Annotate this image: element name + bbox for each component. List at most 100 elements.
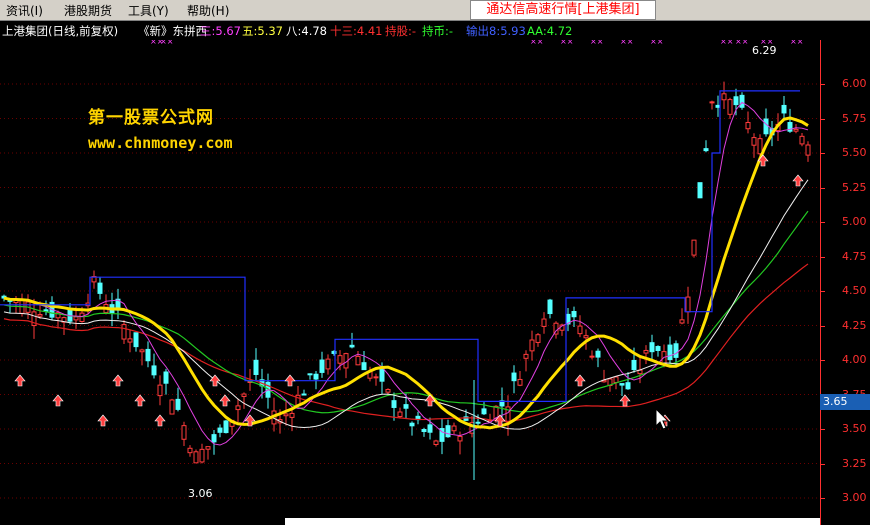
candle-body bbox=[481, 408, 487, 415]
candle-body bbox=[535, 334, 541, 343]
candle-body bbox=[529, 339, 535, 352]
price-axis-line bbox=[820, 40, 821, 525]
candle-body bbox=[37, 314, 43, 317]
ma-line-magenta bbox=[3, 101, 809, 446]
candle-body bbox=[223, 420, 229, 434]
candle-body bbox=[445, 425, 451, 438]
candle-body bbox=[655, 346, 661, 351]
candle-body bbox=[589, 355, 595, 358]
signal-marker: ×× bbox=[735, 40, 748, 46]
buy-arrow-icon bbox=[219, 394, 231, 407]
buy-arrow-icon bbox=[134, 394, 146, 407]
candle-body bbox=[547, 299, 553, 315]
buy-arrow-icon bbox=[97, 414, 109, 427]
ma5-value: 五:5.37 bbox=[242, 24, 283, 38]
price-tick: 3.25 bbox=[842, 456, 867, 470]
candle-body bbox=[697, 182, 703, 199]
menu-help[interactable]: 帮助(H) bbox=[187, 2, 229, 19]
price-tick: 3.50 bbox=[842, 422, 867, 435]
signal-marker: ×× bbox=[160, 40, 173, 46]
price-axis: 6.005.755.505.255.004.754.504.254.003.75… bbox=[820, 40, 870, 525]
candle-body bbox=[355, 355, 361, 366]
price-tick: 6.00 bbox=[842, 77, 867, 90]
candle-body bbox=[457, 435, 463, 442]
buy-arrow-icon bbox=[112, 374, 124, 387]
candle-body bbox=[139, 349, 145, 353]
candle-body bbox=[157, 384, 163, 397]
price-tick: 5.75 bbox=[842, 111, 867, 125]
candle-body bbox=[667, 344, 673, 361]
price-tick: 5.00 bbox=[842, 215, 867, 228]
candle-body bbox=[319, 359, 325, 373]
candle-body bbox=[373, 376, 379, 379]
candle-body bbox=[97, 282, 103, 294]
candle-body bbox=[691, 239, 697, 256]
candle-body bbox=[751, 137, 757, 146]
candle-body bbox=[79, 312, 85, 323]
candle-body bbox=[475, 421, 481, 424]
candle-body bbox=[133, 332, 139, 348]
candle-body bbox=[595, 350, 601, 358]
candle-body bbox=[409, 422, 415, 427]
candle-body bbox=[421, 428, 427, 433]
candle-body bbox=[679, 319, 685, 324]
watermark-title: 第一股票公式网 bbox=[88, 108, 214, 128]
hold-cash-value: 持币:- bbox=[422, 24, 454, 38]
ma13-value: 十三:4.41 bbox=[330, 24, 383, 38]
signal-marker: ×× bbox=[590, 40, 603, 46]
candle-body bbox=[631, 359, 637, 371]
ma3-value: 三:5.67 bbox=[200, 24, 241, 38]
candle-body bbox=[745, 122, 751, 130]
candle-body bbox=[703, 148, 709, 152]
candle-body bbox=[121, 324, 127, 340]
buy-arrow-icon bbox=[619, 394, 631, 407]
signal-marker: ×× bbox=[530, 40, 543, 46]
price-tick: 3.00 bbox=[842, 491, 867, 504]
price-tick: 4.25 bbox=[842, 318, 867, 332]
candle-body bbox=[235, 405, 241, 411]
candle-body bbox=[217, 427, 223, 433]
candle-body bbox=[193, 451, 199, 464]
candle-body bbox=[175, 398, 181, 410]
candle-body bbox=[583, 335, 589, 339]
candle-body bbox=[625, 382, 631, 390]
price-tick: 4.50 bbox=[842, 284, 867, 297]
watermark-url: www.chnmoney.com bbox=[88, 134, 233, 152]
candle-body bbox=[349, 344, 355, 348]
candle-body bbox=[721, 93, 727, 101]
signal-marker: ×× bbox=[790, 40, 803, 46]
current-price-tag: 3.65 bbox=[820, 394, 870, 410]
bottom-panel bbox=[285, 518, 820, 525]
candle-body bbox=[145, 348, 151, 362]
candle-body bbox=[181, 425, 187, 440]
candle-body bbox=[73, 316, 79, 321]
candle-body bbox=[301, 393, 307, 396]
buy-arrow-icon bbox=[14, 374, 26, 387]
formula-tag: 《新》东拼西 bbox=[138, 24, 207, 38]
candle-body bbox=[283, 413, 289, 417]
menu-zixun[interactable]: 资讯(I) bbox=[6, 2, 43, 19]
price-tick: 5.25 bbox=[842, 180, 867, 194]
price-tick: 5.50 bbox=[842, 146, 867, 159]
menu-ganggu-qihuo[interactable]: 港股期货 bbox=[64, 2, 112, 19]
candle-body bbox=[151, 365, 157, 376]
candle-body bbox=[451, 425, 457, 432]
buy-arrow-icon bbox=[792, 174, 804, 187]
candle-body bbox=[523, 353, 529, 359]
buy-arrow-icon bbox=[284, 374, 296, 387]
buy-arrow-icon bbox=[52, 394, 64, 407]
menu-tools[interactable]: 工具(Y) bbox=[128, 2, 169, 19]
candle-body bbox=[361, 362, 367, 371]
candle-body bbox=[253, 359, 259, 375]
signal-marker: ×× bbox=[650, 40, 663, 46]
candle-body bbox=[709, 101, 715, 104]
candle-body bbox=[391, 400, 397, 408]
price-tick: 4.75 bbox=[842, 249, 867, 263]
candle-body bbox=[307, 373, 313, 376]
signal-marker: ×× bbox=[560, 40, 573, 46]
candle-body bbox=[781, 104, 787, 114]
candle-body bbox=[211, 434, 217, 443]
menu-bar: 资讯(I) 港股期货 工具(Y) 帮助(H) 通达信高速行情[上港集团] bbox=[0, 0, 870, 21]
indicator-row: 上港集团(日线,前复权) 《新》东拼西 三:5.67 五:5.37 八:4.78… bbox=[0, 22, 870, 40]
candle-body bbox=[187, 447, 193, 454]
